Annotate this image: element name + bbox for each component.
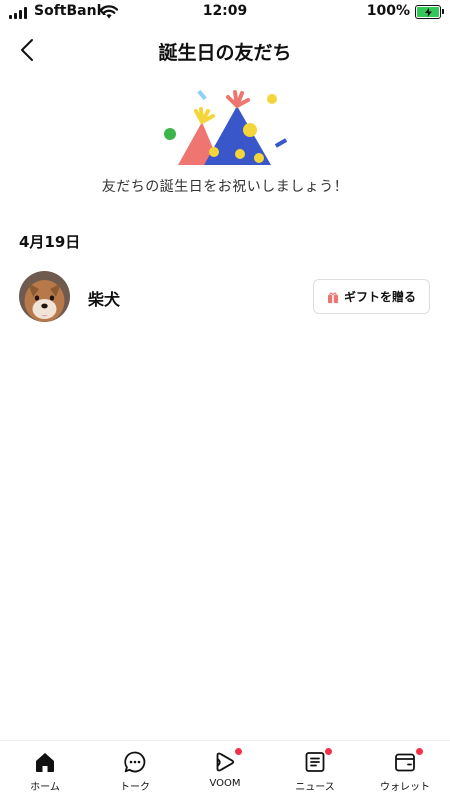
greeting-text: 友だちの誕生日をお祝いしましょう！ bbox=[101, 179, 349, 195]
charging-bolt-icon bbox=[424, 7, 432, 17]
friend-name: 柴犬 bbox=[88, 290, 121, 309]
tab-label: ニュース bbox=[295, 782, 335, 793]
battery-icon bbox=[415, 5, 444, 19]
send-gift-button[interactable]: ギフトを贈る bbox=[313, 279, 430, 314]
home-icon bbox=[36, 753, 54, 772]
tab-label: ウォレット bbox=[380, 782, 430, 793]
tab-bar: ホーム トーク VOOM ニュース ウォレット bbox=[0, 740, 450, 800]
wallet-icon bbox=[395, 753, 415, 772]
tab-talk[interactable]: トーク bbox=[90, 741, 180, 800]
status-bar: SoftBank 12:09 100% bbox=[0, 0, 450, 26]
notification-badge bbox=[235, 748, 242, 755]
voom-icon bbox=[216, 752, 235, 772]
notification-badge bbox=[416, 748, 423, 755]
friend-row[interactable]: 柴犬 ギフトを贈る bbox=[0, 268, 450, 328]
battery-percentage: 100% bbox=[366, 3, 410, 19]
tab-home[interactable]: ホーム bbox=[0, 741, 90, 800]
party-hats-illustration bbox=[164, 89, 288, 165]
page-title: 誕生日の友だち bbox=[158, 42, 292, 64]
avatar[interactable] bbox=[19, 271, 70, 322]
tab-label: トーク bbox=[120, 782, 150, 793]
tab-label: ホーム bbox=[30, 782, 60, 793]
notification-badge bbox=[325, 748, 332, 755]
header: 誕生日の友だち bbox=[0, 26, 450, 74]
send-gift-label: ギフトを贈る bbox=[343, 290, 416, 304]
tab-voom[interactable]: VOOM bbox=[180, 741, 270, 800]
tab-label: VOOM bbox=[209, 778, 241, 789]
date-heading: 4月19日 bbox=[19, 233, 81, 251]
news-icon bbox=[305, 752, 325, 772]
tab-news[interactable]: ニュース bbox=[270, 741, 360, 800]
gift-icon bbox=[327, 292, 338, 303]
tab-wallet[interactable]: ウォレット bbox=[360, 741, 450, 800]
chat-icon bbox=[124, 751, 146, 773]
